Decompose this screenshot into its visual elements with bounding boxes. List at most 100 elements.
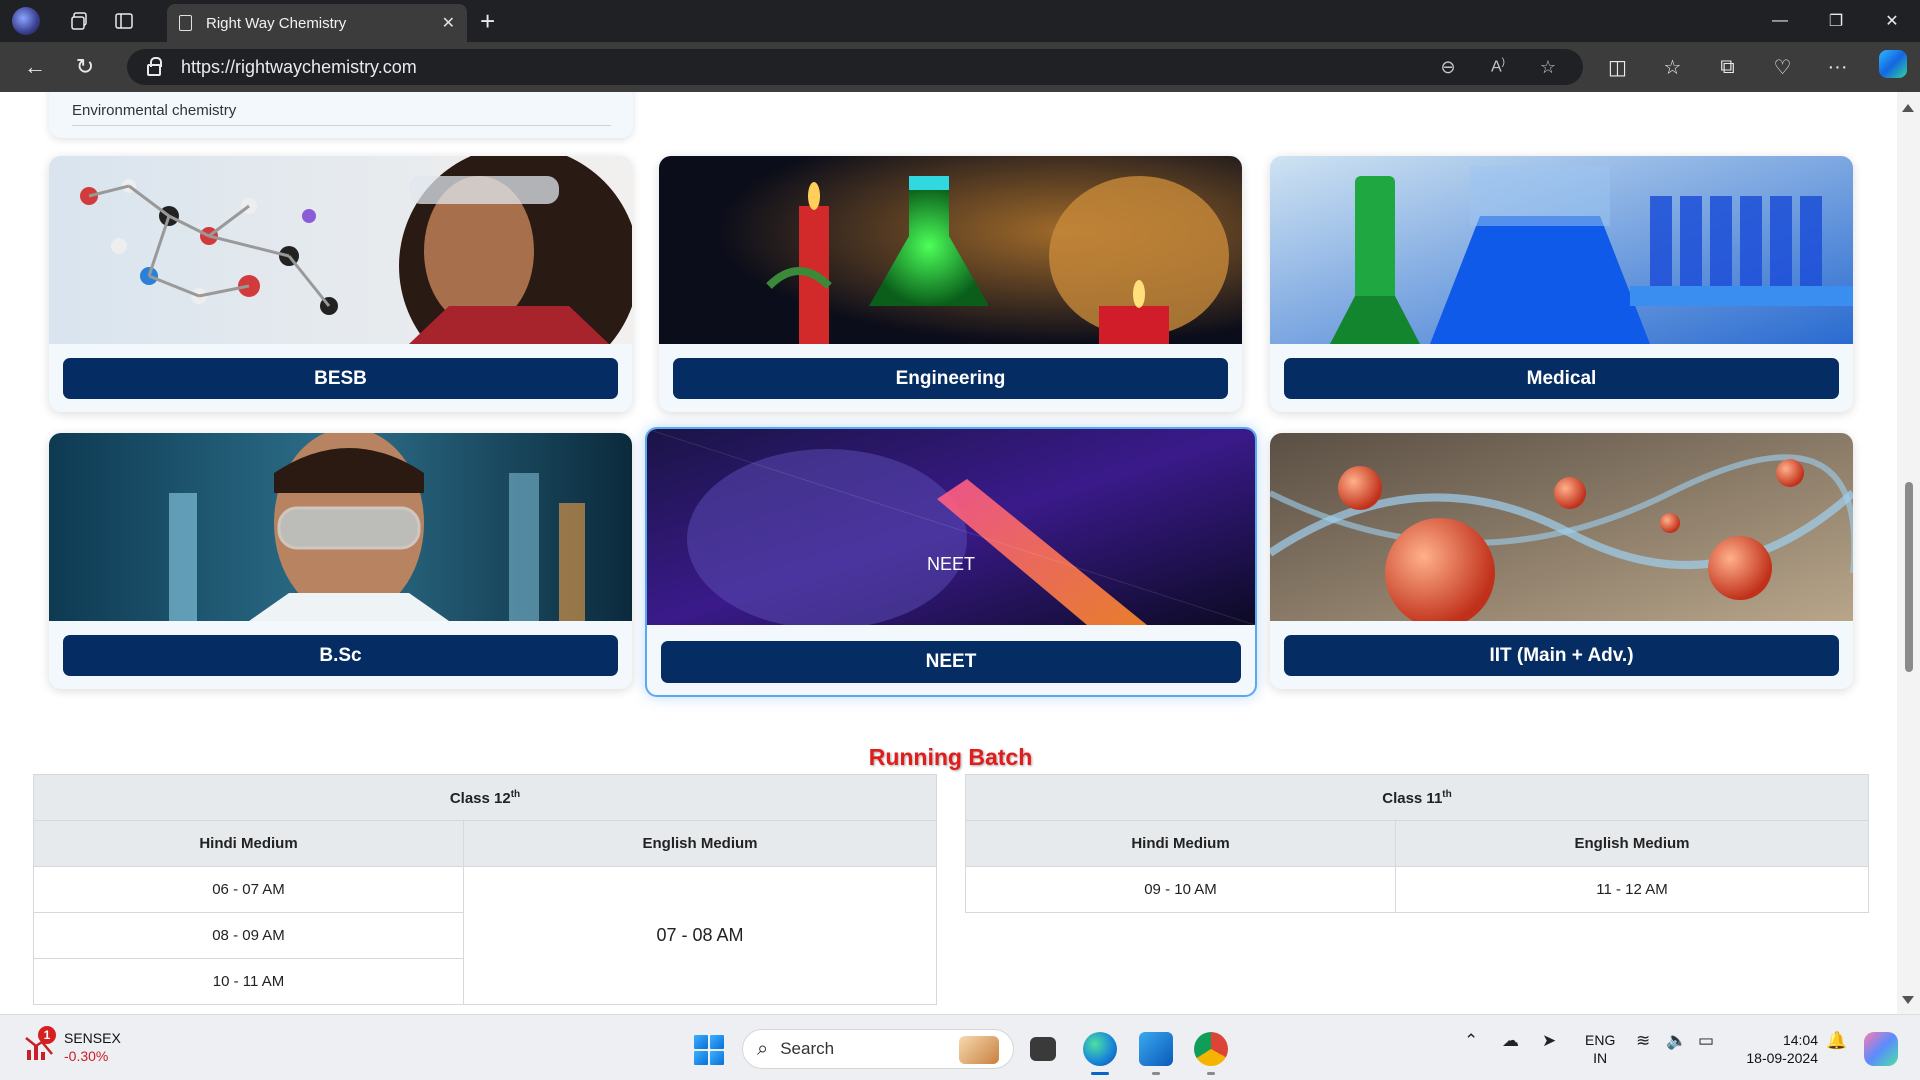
browser-tools: ◫ ☆ ⧉ ♡ ···	[1590, 42, 1920, 92]
taskbar-clock[interactable]: 14:04 18-09-2024	[1738, 1031, 1818, 1067]
clock-time: 14:04	[1782, 1032, 1818, 1048]
input-language[interactable]: ENG IN	[1585, 1031, 1615, 1067]
lock-icon[interactable]	[147, 57, 162, 76]
refresh-icon[interactable]: ↻	[60, 42, 110, 92]
page-document-icon	[179, 15, 192, 31]
lang-line2: IN	[1593, 1050, 1608, 1066]
glowing-test-tube-photo: NEET	[647, 429, 1255, 625]
search-icon: ⌕	[757, 1037, 769, 1060]
molecule-model-student-photo	[49, 156, 632, 344]
battery-icon[interactable]: ▭	[1698, 1031, 1714, 1051]
class12-hindi-time-1: 06 - 07 AM	[33, 866, 464, 913]
more-menu-icon[interactable]: ···	[1810, 56, 1865, 79]
widget-change: -0.30%	[64, 1048, 109, 1064]
split-screen-icon[interactable]: ◫	[1590, 55, 1645, 80]
stock-widget[interactable]: 1 SENSEX -0.30%	[24, 1026, 121, 1065]
new-tab-icon[interactable]: +	[480, 6, 495, 37]
class12-english-time: 07 - 08 AM	[463, 866, 937, 1005]
tab-actions-icon[interactable]	[102, 0, 146, 42]
page-viewport: Environmental chemistry BESB Engineering…	[4, 92, 1897, 1014]
course-button-bsc[interactable]: B.Sc	[63, 635, 618, 676]
class12-heading: Class 12th	[33, 774, 937, 821]
copilot-icon[interactable]	[1865, 50, 1920, 84]
divider	[72, 125, 611, 126]
class11-english-time: 11 - 12 AM	[1395, 866, 1869, 913]
close-window-icon[interactable]: ✕	[1864, 0, 1920, 42]
taskbar-search-box[interactable]: ⌕ Search	[742, 1029, 1014, 1069]
read-aloud-icon[interactable]: A)	[1473, 57, 1523, 76]
onedrive-cloud-icon[interactable]: ☁	[1502, 1031, 1519, 1051]
restore-icon[interactable]: ❐	[1808, 0, 1864, 42]
location-arrow-icon[interactable]: ➤	[1542, 1031, 1556, 1051]
scroll-down-arrow-icon[interactable]	[1902, 996, 1914, 1004]
course-card-bsc[interactable]: B.Sc	[49, 433, 632, 689]
notification-bell-icon[interactable]: 🔔	[1826, 1031, 1847, 1051]
topic-list-card: Environmental chemistry	[49, 92, 633, 138]
course-button-iit[interactable]: IIT (Main + Adv.)	[1284, 635, 1839, 676]
course-card-medical[interactable]: Medical	[1270, 156, 1853, 412]
class12-batch-table: Class 12th Hindi Medium English Medium 0…	[33, 774, 937, 1005]
minimize-icon[interactable]: —	[1752, 0, 1808, 42]
favorite-star-icon[interactable]: ☆	[1523, 57, 1573, 78]
clock-date: 18-09-2024	[1746, 1050, 1818, 1066]
browser-toolbar: ← ↻ https://rightwaychemistry.com ⊖ A) ☆…	[0, 42, 1920, 92]
class12-english-header: English Medium	[463, 820, 937, 867]
running-batch-title: Running Batch	[868, 744, 1033, 770]
favorites-list-icon[interactable]: ☆	[1645, 55, 1700, 80]
copilot-taskbar-icon[interactable]	[1864, 1032, 1898, 1066]
course-card-neet[interactable]: NEET NEET	[645, 427, 1257, 697]
lang-line1: ENG	[1585, 1032, 1616, 1048]
url-text: https://rightwaychemistry.com	[181, 56, 417, 77]
active-tab[interactable]: Right Way Chemistry ✕	[167, 4, 467, 42]
class12-hindi-time-3: 10 - 11 AM	[33, 958, 464, 1005]
class12-hindi-time-2: 08 - 09 AM	[33, 912, 464, 959]
class11-hindi-header: Hindi Medium	[965, 820, 1396, 867]
collections-icon[interactable]: ⧉	[1700, 56, 1755, 79]
class11-heading: Class 11th	[965, 774, 1869, 821]
course-card-engineering[interactable]: Engineering	[659, 156, 1242, 412]
market-chart-icon: 1	[24, 1026, 56, 1062]
course-card-iit[interactable]: IIT (Main + Adv.)	[1270, 433, 1853, 689]
topic-item[interactable]: Environmental chemistry	[72, 102, 236, 119]
edge-browser-icon[interactable]	[1083, 1032, 1117, 1075]
workspaces-icon[interactable]	[58, 0, 102, 42]
zoom-out-icon[interactable]: ⊖	[1423, 57, 1473, 78]
class12-hindi-header: Hindi Medium	[33, 820, 464, 867]
notification-badge: 1	[38, 1026, 56, 1044]
browser-essentials-icon[interactable]: ♡	[1755, 55, 1810, 80]
tab-title: Right Way Chemistry	[206, 14, 347, 32]
blue-green-lab-glassware-photo	[1270, 156, 1853, 344]
close-tab-icon[interactable]: ✕	[442, 13, 455, 33]
page-scrollbar[interactable]	[1897, 92, 1920, 1014]
chrome-icon[interactable]	[1194, 1032, 1228, 1075]
task-view-icon[interactable]	[1030, 1037, 1056, 1061]
course-button-medical[interactable]: Medical	[1284, 358, 1839, 399]
scientist-with-goggles-photo	[49, 433, 632, 621]
widget-name: SENSEX	[64, 1030, 121, 1046]
orbital-spheres-photo	[1270, 433, 1853, 621]
windows-taskbar: 1 SENSEX -0.30% ⌕ Search ⌃ ☁ ➤ ENG IN ≋ …	[0, 1014, 1920, 1080]
show-hidden-icons-icon[interactable]: ⌃	[1464, 1031, 1478, 1051]
course-card-besb[interactable]: BESB	[49, 156, 632, 412]
scroll-up-arrow-icon[interactable]	[1902, 104, 1914, 112]
window-controls: — ❐ ✕	[1752, 0, 1920, 42]
course-button-besb[interactable]: BESB	[63, 358, 618, 399]
search-highlight-icon	[959, 1036, 999, 1064]
scrollbar-thumb[interactable]	[1905, 482, 1913, 672]
profile-avatar[interactable]	[12, 7, 40, 35]
volume-icon[interactable]: 🔈	[1666, 1031, 1687, 1051]
windows-start-icon[interactable]	[694, 1035, 724, 1065]
neet-overlay-label: NEET	[926, 554, 975, 574]
search-label: Search	[780, 1039, 835, 1058]
class11-hindi-time: 09 - 10 AM	[965, 866, 1396, 913]
class11-english-header: English Medium	[1395, 820, 1869, 867]
flasks-and-candles-photo	[659, 156, 1242, 344]
wifi-icon[interactable]: ≋	[1636, 1031, 1650, 1051]
course-button-neet[interactable]: NEET	[661, 641, 1241, 683]
back-arrow-icon[interactable]: ←	[10, 42, 60, 92]
course-button-engineering[interactable]: Engineering	[673, 358, 1228, 399]
address-bar[interactable]: https://rightwaychemistry.com ⊖ A) ☆	[127, 49, 1583, 85]
vscode-icon[interactable]	[1139, 1032, 1173, 1075]
class11-batch-table: Class 11th Hindi Medium English Medium 0…	[965, 774, 1869, 913]
browser-tab-bar: Right Way Chemistry ✕ + — ❐ ✕	[0, 0, 1920, 42]
